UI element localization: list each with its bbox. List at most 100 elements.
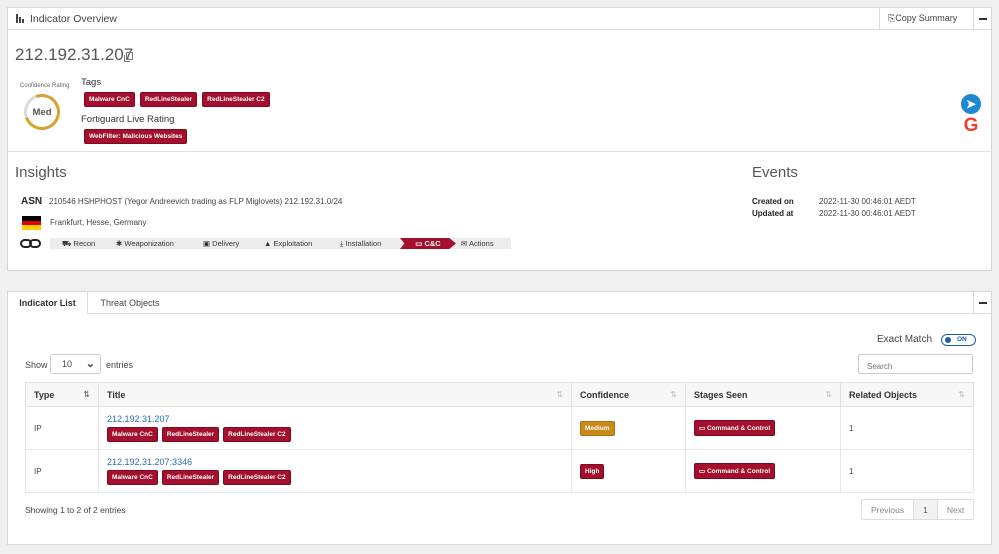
tab-bar: Indicator List Threat Objects [8, 292, 991, 315]
kill-chain-bar: ⛟ Recon ✱ Weaponization ▣ Delivery ▲ Exp… [50, 238, 511, 249]
tag[interactable]: Malware CnC [107, 427, 158, 442]
sort-icon: ⇅ [83, 390, 90, 399]
exact-match-label: Exact Match [877, 334, 933, 345]
toggle-state: ON [957, 336, 967, 343]
entries-select-value: 10 [62, 359, 73, 369]
cell-related: 1 [840, 406, 974, 450]
kill-chain-actions: ✉ Actions [461, 239, 494, 248]
tag[interactable]: RedLineStealer C2 [223, 427, 291, 442]
exact-match-toggle[interactable]: ON [941, 334, 976, 346]
location-text: Frankfurt, Hesse, Germany [50, 218, 147, 227]
collapse-button[interactable] [973, 8, 991, 29]
kill-chain-weaponization: ✱ Weaponization [116, 239, 174, 248]
kill-chain-recon: ⛟ Recon [62, 239, 96, 248]
page-1-button[interactable]: 1 [913, 500, 938, 519]
cell-stages: ▭ Command & Control [685, 406, 841, 450]
fortiguard-tags: WebFilter: Malicious Websites [84, 129, 188, 144]
stage-badge: ▭ Command & Control [694, 420, 776, 436]
germany-flag-icon [22, 216, 41, 230]
confidence-rating-label: Confidence Rating [20, 83, 70, 89]
sort-icon: ⇅ [670, 390, 677, 399]
tag[interactable]: RedLineStealer C2 [223, 470, 291, 485]
tags-label: Tags [81, 77, 102, 88]
indicator-table: Type ⇅ Title ⇅ Confidence ⇅ Stages Seen ⇅ Re… [25, 382, 974, 493]
cell-type: IP [25, 406, 99, 450]
stage-badge: ▭ Command & Control [694, 463, 776, 479]
fortiguard-tag[interactable]: WebFilter: Malicious Websites [84, 129, 188, 144]
tag[interactable]: RedLineStealer [161, 470, 220, 485]
tab-indicator-list[interactable]: Indicator List [8, 292, 88, 315]
laptop-icon: ▭ [699, 468, 707, 475]
table-header-row: Type ⇅ Title ⇅ Confidence ⇅ Stages Seen ⇅ Re… [25, 382, 974, 407]
created-on-value: 2022-11-30 00:46:01 AEDT [819, 197, 916, 206]
tag[interactable]: RedLineStealer [139, 92, 198, 107]
row-tags: Malware CnC RedLineStealer RedLineSteale… [107, 470, 571, 485]
bar-chart-icon [16, 14, 25, 23]
tags-row: Malware CnC RedLineStealer RedLineSteale… [84, 92, 270, 107]
next-button[interactable]: Next [938, 500, 973, 519]
package-icon: ▣ [203, 239, 213, 248]
column-header-type[interactable]: Type ⇅ [25, 382, 99, 407]
updated-at-value: 2022-11-30 00:46:01 AEDT [819, 209, 916, 218]
entries-label: entries [106, 360, 134, 370]
insights-title: Insights [15, 164, 67, 181]
cell-title: 212.192.31.207:3346 Malware CnC RedLineS… [98, 449, 572, 493]
indicator-list-panel: Indicator List Threat Objects Exact Matc… [7, 291, 992, 545]
confidence-badge: High [580, 463, 605, 479]
overview-header: Indicator Overview ⎘Copy Summary [8, 8, 991, 30]
sort-icon: ⇅ [958, 390, 965, 399]
link-icon [20, 238, 42, 249]
confidence-badge: Medium [580, 420, 615, 436]
envelope-icon: ✉ [461, 239, 469, 248]
overview-title: Indicator Overview [30, 13, 117, 25]
indicator-link[interactable]: 212.192.31.207 [107, 414, 571, 424]
kill-chain-installation: ⤓ Installation [340, 239, 382, 248]
asn-label: ASN [21, 196, 43, 207]
sort-icon: ⇅ [825, 390, 832, 399]
laptop-icon: ▭ [699, 425, 707, 432]
toggle-knob [945, 337, 951, 343]
table-row: IP 212.192.31.207:3346 Malware CnC RedLi… [25, 449, 974, 493]
kill-chain-cnc-active: ▭ C&C [400, 238, 456, 249]
previous-button[interactable]: Previous [862, 500, 913, 519]
indicator-ip-title: 212.192.31.207 [15, 45, 134, 64]
binoculars-icon: ⛟ [62, 239, 74, 248]
cell-type: IP [25, 449, 99, 493]
tab-threat-objects[interactable]: Threat Objects [88, 292, 172, 314]
updated-at-label: Updated at [752, 209, 794, 218]
column-header-confidence[interactable]: Confidence ⇅ [571, 382, 686, 407]
copy-ip-icon[interactable] [124, 52, 133, 62]
lock-icon: ▲ [264, 239, 274, 248]
cell-title: 212.192.31.207 Malware CnC RedLineSteale… [98, 406, 572, 450]
show-label: Show [25, 360, 48, 370]
kill-chain-exploitation: ▲ Exploitation [264, 239, 313, 248]
tag[interactable]: Malware CnC [84, 92, 135, 107]
pagination: Previous 1 Next [861, 499, 975, 520]
search-input[interactable] [858, 354, 973, 374]
column-header-stages[interactable]: Stages Seen ⇅ [685, 382, 841, 407]
column-header-title[interactable]: Title ⇅ [98, 382, 572, 407]
indicator-overview-panel: Indicator Overview ⎘Copy Summary 212.192… [7, 7, 992, 271]
sort-icon: ⇅ [556, 390, 563, 399]
indicator-link[interactable]: 212.192.31.207:3346 [107, 457, 571, 467]
events-title: Events [752, 164, 798, 181]
table-row: IP 212.192.31.207 Malware CnC RedLineSte… [25, 406, 974, 450]
cell-confidence: High [571, 449, 686, 493]
copy-summary-label: Copy Summary [895, 13, 958, 23]
asn-text: 210546 HSHPHOST (Yegor Andreevich tradin… [49, 197, 343, 206]
column-header-related[interactable]: Related Objects ⇅ [840, 382, 974, 407]
tag[interactable]: RedLineStealer [161, 427, 220, 442]
cell-stages: ▭ Command & Control [685, 449, 841, 493]
chevron-down-icon: ⌄ [85, 358, 95, 370]
securitytrails-icon[interactable]: ➤ [961, 94, 981, 114]
collapse-button[interactable] [973, 292, 991, 313]
entries-select[interactable]: 10 ⌄ [50, 354, 101, 374]
google-icon[interactable]: G [961, 116, 981, 136]
kill-chain-delivery: ▣ Delivery [203, 239, 240, 248]
tag[interactable]: Malware CnC [107, 470, 158, 485]
copy-summary-button[interactable]: ⎘Copy Summary [879, 8, 973, 29]
cell-related: 1 [840, 449, 974, 493]
created-on-label: Created on [752, 197, 794, 206]
tag[interactable]: RedLineStealer C2 [202, 92, 270, 107]
fortiguard-label: Fortiguard Live Rating [81, 114, 175, 125]
